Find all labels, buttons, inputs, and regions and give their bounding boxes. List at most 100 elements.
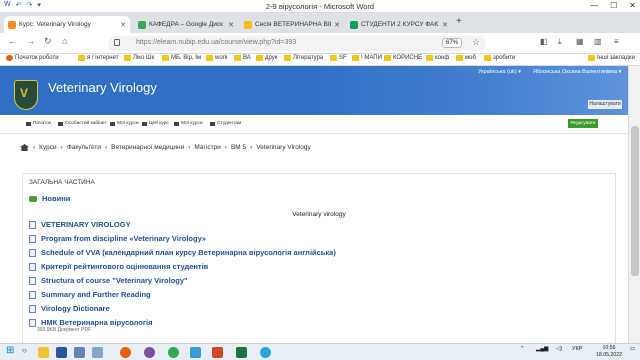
address-bar[interactable]: https://elearn.nubip.edu.ua/course/view.… (108, 36, 486, 51)
powerpoint-icon[interactable] (212, 347, 223, 358)
downloads-icon[interactable]: ⤓ (558, 37, 562, 47)
nav-students[interactable]: Студентам (210, 121, 241, 126)
nav-dashboard[interactable]: Особистий кабінет (58, 121, 107, 126)
bookmark-folder[interactable]: ВА (234, 55, 251, 61)
notification-icon[interactable]: ▭ (630, 346, 635, 352)
scrollbar-thumb[interactable] (631, 126, 639, 276)
maximize-icon[interactable]: ☐ (610, 1, 617, 10)
forward-icon[interactable]: → (26, 36, 35, 46)
new-tab-button[interactable]: + (456, 16, 462, 27)
resource-item[interactable]: Structura of course "Veterinary Virology… (29, 276, 188, 285)
tab-google-drive[interactable]: КАФЕДРА – Google Диск ✕ (134, 16, 238, 33)
menu-icon[interactable]: ≡ (614, 37, 619, 46)
breadcrumb-item[interactable]: Veterinary Virology (256, 144, 310, 151)
library-icon[interactable]: ▥ (594, 37, 602, 46)
word-icon[interactable] (74, 347, 85, 358)
bookmark-folder[interactable]: МБ, Вір, Ім (162, 55, 201, 61)
system-clock[interactable]: 10:56 18.05.2022 (596, 345, 622, 359)
volume-icon[interactable]: ◁) (556, 346, 562, 352)
resource-item[interactable]: Критерії рейтингового оцінювання студент… (29, 262, 208, 271)
resource-link[interactable]: Structura of course "Veterinary Virology… (41, 276, 188, 285)
pdf-icon (29, 262, 36, 271)
other-bookmarks[interactable]: Інші закладки (588, 55, 635, 61)
breadcrumb-item[interactable]: Курси (39, 144, 56, 151)
tab-session[interactable]: Сесія ВЕТЕРИНАРНА ВІРУСОЛ... ✕ (240, 16, 344, 33)
bookmark-star-icon[interactable]: ☆ (472, 37, 480, 48)
windows-start-icon[interactable]: ⊞ (6, 345, 14, 356)
close-tab-icon[interactable]: ✕ (228, 21, 234, 29)
tab-students[interactable]: СТУДЕНТИ 2 КУРСУ ФАКУЛЬ... ✕ (346, 16, 452, 33)
telegram-icon[interactable] (260, 347, 271, 358)
resource-item[interactable]: Program from discipline «Veterinary Viro… (29, 234, 206, 243)
reload-icon[interactable]: ↻ (44, 36, 52, 47)
close-tab-icon[interactable]: ✕ (442, 21, 448, 29)
nav-home[interactable]: Початок (26, 121, 51, 126)
resource-link[interactable]: Summary and Further Reading (41, 290, 151, 299)
resource-link[interactable]: Virology Dictionare (41, 304, 110, 313)
back-icon[interactable]: ← (8, 36, 17, 46)
forum-news[interactable]: Новини (29, 194, 70, 203)
home-icon[interactable] (20, 144, 29, 151)
breadcrumb-sep: › (250, 144, 253, 151)
edit-button[interactable]: Редагувати (568, 119, 598, 128)
language-selector[interactable]: Українська (uk) ▾ (478, 69, 521, 75)
breadcrumb-item[interactable]: ВМ 5 (231, 144, 246, 151)
breadcrumb-item[interactable]: Магістри (194, 144, 220, 151)
excel-icon[interactable] (236, 347, 247, 358)
tray-overflow-icon[interactable]: ⌃ (520, 346, 525, 352)
customize-button[interactable]: Налаштувати (588, 100, 622, 109)
bookmark-start[interactable]: Початок роботи (6, 55, 59, 61)
tab-course[interactable]: Курс: Veterinary Virology ✕ (4, 16, 130, 33)
bookmark-folder[interactable]: КОРИСНЕ (384, 55, 422, 61)
resource-item[interactable]: VETERINARY VIROLOGY (29, 220, 131, 229)
extension-icon[interactable]: ▦ (576, 37, 584, 46)
viber-icon[interactable] (144, 347, 155, 358)
minimize-icon[interactable]: — (590, 1, 598, 10)
word-icon[interactable] (56, 347, 67, 358)
bookmark-folder[interactable]: моб (456, 55, 476, 61)
nav-my-courses-2[interactable]: Мої курси (174, 121, 203, 126)
resource-item[interactable]: НМК Ветеринарна вірусологія (29, 318, 152, 327)
bookmark-folder[interactable]: ! МАПИ (352, 55, 382, 61)
resource-link[interactable]: Program from discipline «Veterinary Viro… (41, 234, 206, 243)
bookmark-folder[interactable]: work (206, 55, 228, 61)
home-icon[interactable]: ⌂ (62, 36, 67, 46)
close-icon[interactable]: ✕ (629, 1, 636, 10)
pocket-icon[interactable]: ◧ (540, 37, 548, 46)
network-icon[interactable]: ▂▄▆ (536, 346, 548, 352)
resource-link[interactable]: VETERINARY VIROLOGY (41, 220, 131, 229)
bookmark-folder[interactable]: конф (426, 55, 449, 61)
activity-link[interactable]: Новини (42, 194, 70, 203)
bookmark-folder[interactable]: Ліко Шк (124, 55, 154, 61)
bookmark-folder[interactable]: я / інтернет (78, 55, 118, 61)
course-title[interactable]: Veterinary Virology (48, 80, 157, 95)
chrome-icon[interactable] (168, 347, 179, 358)
word-icon[interactable] (92, 347, 103, 358)
bookmark-label: ! МАПИ (361, 55, 382, 61)
breadcrumb-item[interactable]: Ветеринарної медицини (111, 144, 184, 151)
firefox-icon[interactable] (120, 347, 131, 358)
paint-icon[interactable] (190, 347, 201, 358)
bookmark-folder[interactable]: зробити (484, 55, 515, 61)
resource-item[interactable]: Virology Dictionare (29, 304, 110, 313)
resource-link[interactable]: Критерії рейтингового оцінювання студент… (41, 262, 208, 271)
file-explorer-icon[interactable] (38, 347, 49, 358)
user-menu[interactable]: Яблонська Оксана Валентинівна ▾ (533, 69, 621, 75)
bookmark-label: МБ, Вір, Ім (171, 55, 202, 61)
resource-link[interactable]: НМК Ветеринарна вірусологія (41, 318, 152, 327)
search-icon[interactable]: ○ (22, 346, 27, 355)
language-indicator[interactable]: УКР (572, 346, 582, 352)
resource-link[interactable]: Schedule of VVA (календарний план курсу … (41, 248, 336, 257)
resource-item[interactable]: Schedule of VVA (календарний план курсу … (29, 248, 336, 257)
nav-this-course[interactable]: Цей курс (142, 121, 169, 126)
page-scrollbar[interactable] (628, 66, 640, 343)
zoom-level[interactable]: 67% (441, 38, 462, 48)
bookmark-folder[interactable]: SF (330, 55, 347, 61)
nav-my-courses[interactable]: Мої курси (110, 121, 139, 126)
close-tab-icon[interactable]: ✕ (120, 21, 126, 29)
bookmark-folder[interactable]: Література (284, 55, 323, 61)
breadcrumb-item[interactable]: Факультети (67, 144, 101, 151)
close-tab-icon[interactable]: ✕ (334, 21, 340, 29)
bookmark-folder[interactable]: друк (256, 55, 277, 61)
resource-item[interactable]: Summary and Further Reading (29, 290, 151, 299)
